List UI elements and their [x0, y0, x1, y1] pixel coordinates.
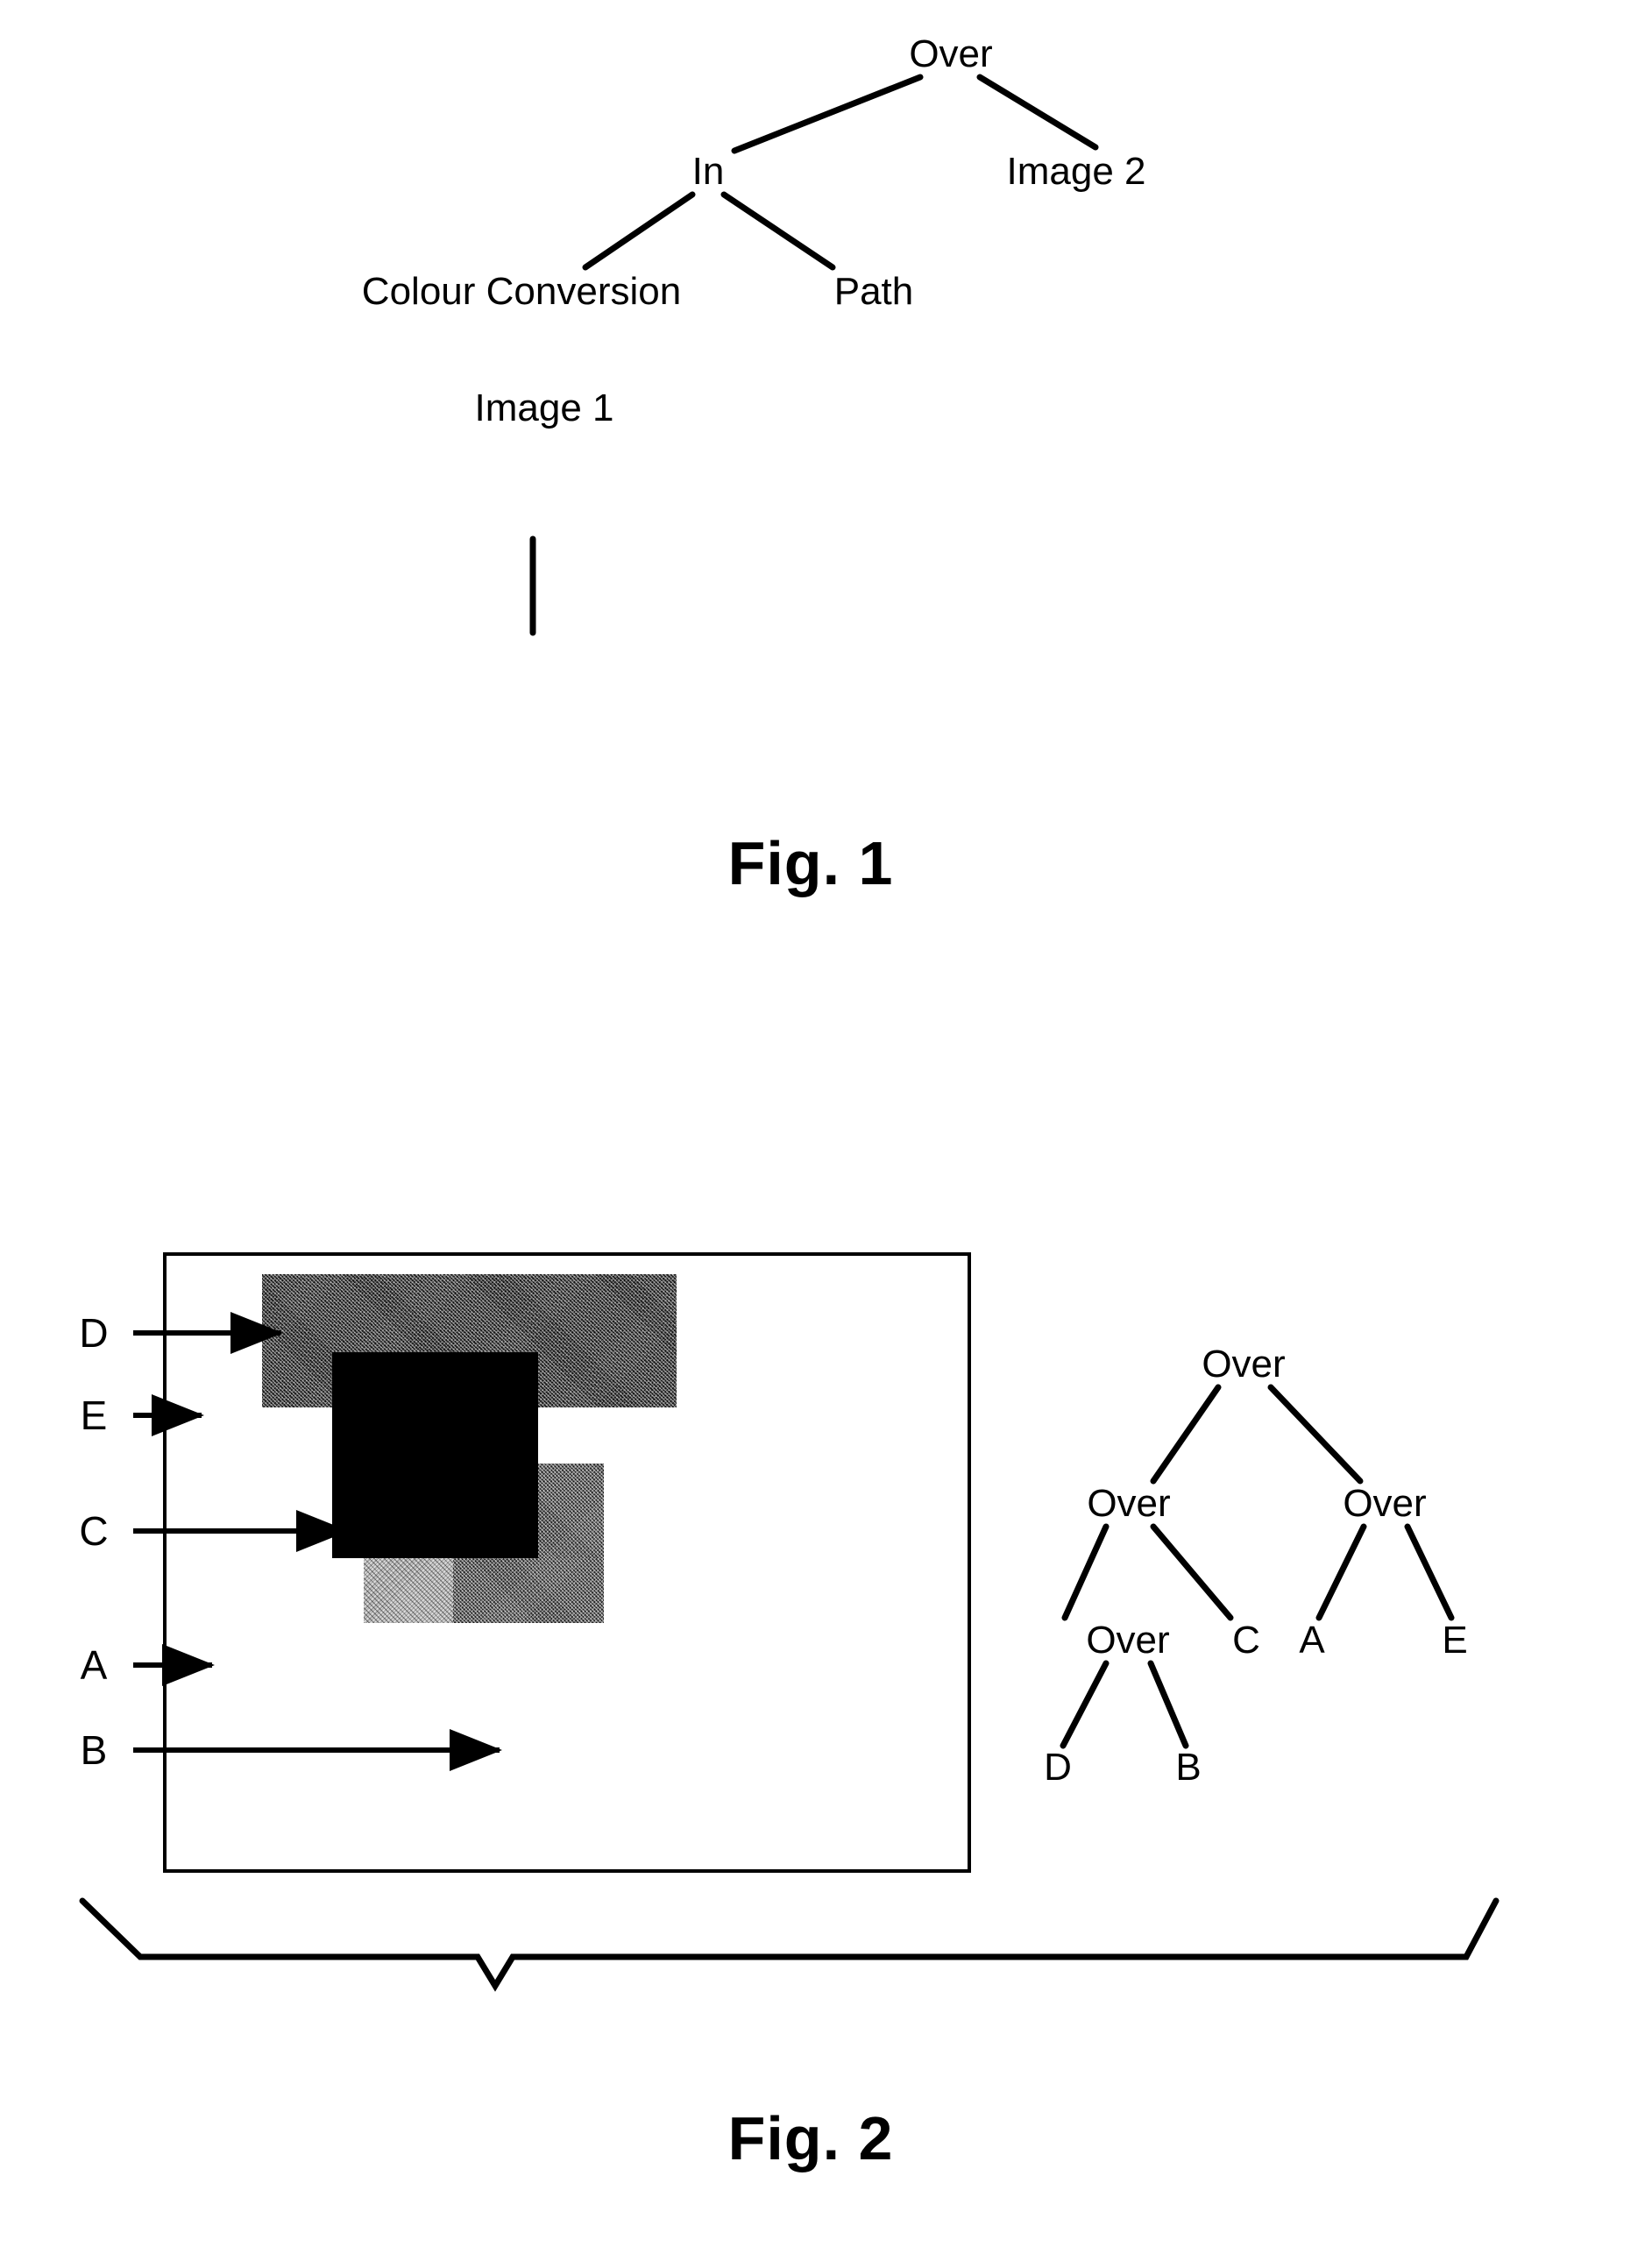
- patent-figure-sheet: Over In Image 2 Colour Conversion Path I…: [0, 0, 1652, 2268]
- figure2-grouping-brace: [79, 1897, 1500, 1992]
- brace-path: [79, 1897, 1500, 1992]
- figure-2-caption: Fig. 2: [727, 2104, 894, 2172]
